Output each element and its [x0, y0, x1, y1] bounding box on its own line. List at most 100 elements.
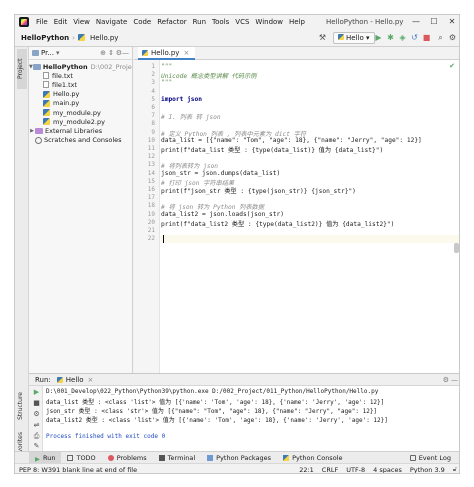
minimize-icon[interactable]: — — [407, 15, 425, 29]
search-icon[interactable]: ⌕ — [435, 32, 446, 44]
status-bar: PEP 8: W391 blank line at end of file 22… — [15, 463, 459, 474]
code-line: # I. 列表 转 json — [161, 114, 221, 122]
wrench-icon[interactable]: ⚙ — [32, 410, 41, 419]
menu-view[interactable]: View — [70, 15, 93, 29]
soft-wrap-icon[interactable]: ⇌ — [32, 421, 41, 430]
tab-event-log[interactable]: Event Log — [404, 452, 457, 464]
build-hammer-icon[interactable]: ⚒ — [317, 32, 328, 44]
rerun-icon[interactable]: ▶ — [32, 388, 41, 397]
tab-label: Run — [43, 453, 56, 462]
tab-structure[interactable]: Structure — [17, 392, 27, 420]
tree-item-project-root[interactable]: ▼ HelloPython D:\002_Project — [29, 62, 132, 71]
pin-icon[interactable]: ✎ — [32, 442, 41, 451]
close-tab-icon[interactable]: × — [88, 376, 94, 384]
menu-edit[interactable]: Edit — [51, 15, 71, 29]
tree-item-label: main.py — [53, 99, 80, 108]
menu-help[interactable]: Help — [286, 15, 308, 29]
folder-icon — [32, 63, 41, 70]
lock-icon[interactable]: 🔓︎ — [449, 465, 459, 473]
tree-item-label: Scratches and Consoles — [44, 136, 122, 145]
console-line: data_list 类型 : <class 'list'> 值为 [{'name… — [46, 399, 385, 406]
python-file-icon — [77, 34, 85, 41]
tab-hello-py[interactable]: Hello.py × — [138, 47, 196, 60]
run-console[interactable]: D:\001_Develop\022_Python\Python39\pytho… — [43, 386, 459, 451]
status-interpreter[interactable]: Python 3.9 — [406, 466, 449, 474]
status-encoding[interactable]: UTF-8 — [342, 466, 369, 474]
status-caret-position[interactable]: 22:1 — [295, 466, 318, 474]
maximize-icon[interactable]: ☐ — [425, 15, 443, 29]
tab-terminal[interactable]: Terminal — [153, 452, 201, 464]
settings-icon[interactable]: ⚙ — [447, 32, 458, 44]
tab-problems[interactable]: Problems — [102, 452, 153, 464]
status-message[interactable]: PEP 8: W391 blank line at end of file — [15, 466, 141, 474]
status-indent[interactable]: 4 spaces — [369, 466, 406, 474]
tab-todo[interactable]: TODO — [61, 452, 101, 464]
locate-file-icon[interactable]: ⊕ — [100, 49, 106, 57]
run-icon[interactable]: ▶ — [373, 32, 384, 44]
menu-window[interactable]: Window — [252, 15, 286, 29]
line-number: 5 — [151, 95, 155, 103]
menu-run[interactable]: Run — [190, 15, 209, 29]
profile-icon[interactable]: ↺ — [409, 32, 420, 44]
debug-icon[interactable]: ✱ — [385, 32, 396, 44]
tab-label: Terminal — [167, 453, 196, 462]
hide-icon[interactable]: — — [451, 376, 458, 384]
close-tab-icon[interactable]: × — [183, 47, 189, 59]
menu-bar: File Edit View Navigate Code Refactor Ru… — [15, 15, 459, 29]
line-number: 1 — [151, 63, 155, 70]
print-icon[interactable]: ⎙ — [32, 432, 41, 441]
close-icon[interactable]: ✕ — [443, 15, 459, 29]
menu-vcs[interactable]: VCS — [232, 15, 252, 29]
tab-python-packages[interactable]: Python Packages — [201, 452, 277, 464]
python-file-icon — [56, 376, 63, 383]
run-tab-hello[interactable]: Hello — [66, 376, 84, 384]
menu-tools[interactable]: Tools — [209, 15, 232, 29]
run-configuration-selector[interactable]: Hello ▾ — [333, 32, 375, 44]
tree-item-main-py[interactable]: main.py — [29, 99, 132, 108]
menu-file[interactable]: File — [33, 15, 51, 29]
gear-icon[interactable]: ⚙ — [443, 376, 449, 384]
inspection-ok-icon[interactable]: ✔ — [449, 62, 455, 70]
tab-run[interactable]: ▶ Run — [29, 451, 62, 464]
tree-item-my-module2-py[interactable]: my_module2.py — [29, 117, 132, 126]
chevron-down-icon[interactable]: ▾ — [56, 49, 60, 57]
tab-python-console[interactable]: Python Console — [277, 452, 348, 464]
tree-item-file1-txt[interactable]: file1.txt — [29, 80, 132, 89]
menu-refactor[interactable]: Refactor — [154, 15, 189, 29]
menu-navigate[interactable]: Navigate — [93, 15, 130, 29]
tab-label: Problems — [116, 453, 147, 462]
stop-icon[interactable]: ■ — [32, 399, 41, 408]
tree-item-path: D:\002_Project — [90, 62, 132, 71]
tree-item-scratches[interactable]: Scratches and Consoles — [29, 136, 132, 145]
window-title: HelloPython - Hello.py — [326, 18, 404, 26]
status-line-separator[interactable]: CRLF — [318, 466, 342, 474]
line-number: 7 — [151, 112, 155, 120]
python-file-icon — [43, 109, 50, 117]
breadcrumb-project[interactable]: HelloPython — [19, 34, 71, 42]
coverage-icon[interactable]: ◈ — [397, 32, 408, 44]
run-toolbar: ▶ ■ ⚙ ⇌ ⎙ ✎ — [29, 386, 43, 451]
code-line: print(f"data_list2 类型 : {type(data_list2… — [161, 220, 395, 228]
breadcrumb-file[interactable]: Hello.py — [88, 34, 120, 42]
project-panel-title[interactable]: Pr... — [41, 49, 54, 57]
line-number: 11 — [147, 145, 155, 152]
stop-icon[interactable]: ■ — [421, 32, 432, 44]
code-editor[interactable]: 1 2 3 4 5 6 7 8 9 10 11 12 13 14 15 16 17 18 19 20 21 22 """ U… — [134, 60, 459, 373]
tab-label: Event Log — [418, 453, 451, 462]
line-number: 10 — [147, 136, 155, 144]
tab-label: Python Console — [292, 453, 343, 462]
tree-item-my-module-py[interactable]: my_module.py — [29, 108, 132, 117]
collapse-all-icon[interactable]: ⇕ — [108, 49, 114, 57]
scratches-icon — [35, 136, 42, 144]
tab-project[interactable]: Project — [17, 49, 27, 89]
ide-window: File Edit View Navigate Code Refactor Ru… — [14, 14, 460, 474]
tree-item-hello-py[interactable]: Hello.py — [29, 90, 132, 99]
tree-item-file-txt[interactable]: file.txt — [29, 71, 132, 80]
current-line-highlight — [161, 235, 459, 244]
todo-icon — [67, 454, 74, 461]
menu-code[interactable]: Code — [130, 15, 154, 29]
tree-item-external-libraries[interactable]: ▶ External Libraries — [29, 126, 132, 135]
editor-scrollbar[interactable] — [454, 243, 459, 253]
line-number: 12 — [147, 153, 155, 161]
hide-icon[interactable]: — — [122, 49, 129, 57]
